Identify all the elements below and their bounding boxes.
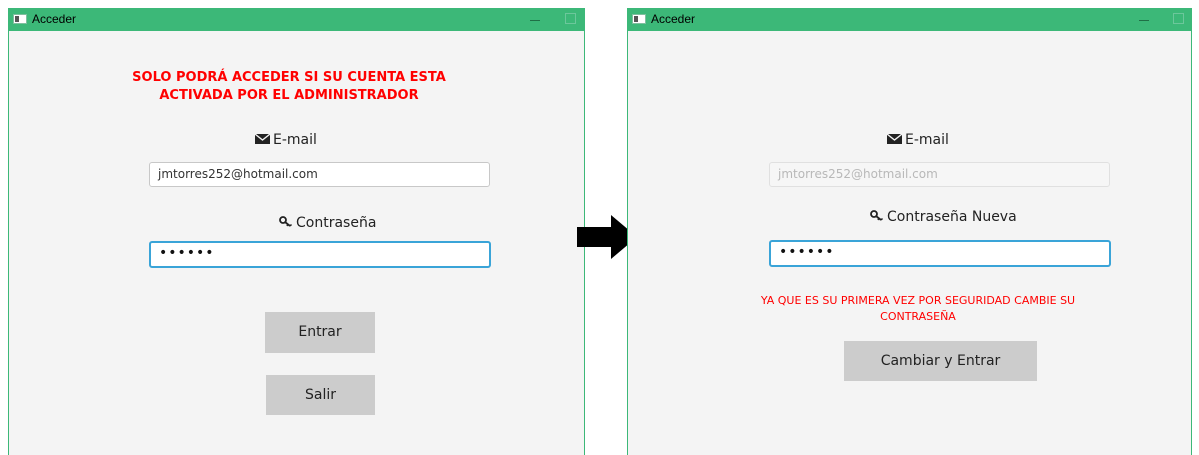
change-and-enter-button[interactable]: Cambiar y Entrar [844,341,1037,381]
first-login-warning: YA QUE ES SU PRIMERA VEZ POR SEGURIDAD C… [760,294,1076,323]
maximize-button[interactable] [565,13,576,24]
maximize-button[interactable] [1173,13,1184,24]
envelope-icon [254,133,271,149]
title-bar[interactable]: Acceder [628,8,1191,31]
minimize-button[interactable] [528,12,542,26]
title-bar[interactable]: Acceder [9,8,584,31]
minimize-button[interactable] [1137,12,1151,26]
window-title: Acceder [32,12,77,26]
activation-warning: SOLO PODRÁ ACCEDER SI SU CUENTA ESTA ACT… [132,70,446,103]
email-field: jmtorres252@hotmail.com [769,162,1110,187]
email-label-row: E-mail [254,132,317,149]
app-icon [632,14,646,24]
password-field[interactable]: •••••• [149,241,491,268]
password-label: Contraseña [296,215,377,231]
login-window: Acceder SOLO PODRÁ ACCEDER SI SU CUENTA … [8,8,585,455]
email-label: E-mail [905,132,949,148]
email-label: E-mail [273,132,317,148]
envelope-icon [886,133,903,149]
change-password-window: Acceder E-mail jmtorres252@hotmail.com C… [627,8,1192,455]
key-icon [870,210,884,226]
email-field[interactable]: jmtorres252@hotmail.com [149,162,490,187]
email-label-row: E-mail [886,132,949,149]
key-icon [279,216,293,232]
exit-button[interactable]: Salir [266,375,375,415]
password-label-row: Contraseña [279,215,376,232]
password-label-row: Contraseña Nueva [870,209,1017,226]
app-icon [13,14,27,24]
enter-button[interactable]: Entrar [265,312,375,353]
window-title: Acceder [651,12,696,26]
new-password-label: Contraseña Nueva [887,209,1017,225]
new-password-field[interactable]: •••••• [769,240,1111,267]
